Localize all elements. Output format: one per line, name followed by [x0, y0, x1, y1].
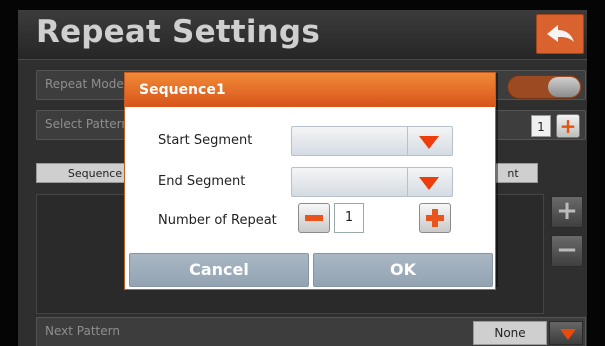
repeat-mode-label: Repeat Mode — [45, 77, 124, 91]
pattern-count: 1 — [531, 115, 551, 137]
dialog-title: Sequence1 — [139, 82, 226, 98]
next-pattern-dropdown-button[interactable] — [549, 321, 583, 345]
dialog-header: Sequence1 — [125, 73, 495, 107]
title-bar: Repeat Settings — [18, 10, 587, 60]
remove-sequence-button[interactable]: − — [551, 235, 583, 267]
chevron-down-icon — [560, 329, 576, 340]
pattern-plus-button[interactable]: + — [556, 114, 580, 138]
repeat-minus-button[interactable] — [298, 203, 330, 233]
next-pattern-row: Next Pattern None — [36, 317, 586, 346]
next-pattern-select[interactable]: None — [473, 321, 547, 345]
select-divider — [407, 127, 408, 155]
toggle-knob — [548, 77, 580, 97]
minus-icon — [305, 215, 323, 221]
select-divider — [407, 168, 408, 196]
add-sequence-button[interactable]: + — [551, 196, 583, 228]
start-segment-select[interactable] — [291, 126, 453, 156]
chevron-down-icon — [419, 136, 439, 149]
sequence-dialog: Sequence1 Start Segment End Segment Numb… — [124, 72, 496, 290]
select-pattern-label: Select Pattern — [45, 117, 130, 131]
back-arrow-icon — [547, 25, 574, 42]
end-segment-select[interactable] — [291, 167, 453, 197]
ok-button[interactable]: OK — [313, 253, 493, 287]
cancel-button[interactable]: Cancel — [129, 253, 309, 287]
repeat-plus-button[interactable] — [419, 203, 451, 233]
number-of-repeat-label: Number of Repeat — [158, 213, 277, 228]
start-segment-label: Start Segment — [158, 133, 253, 148]
repeat-count-value: 1 — [334, 203, 364, 233]
back-button[interactable] — [536, 14, 584, 54]
next-pattern-label: Next Pattern — [45, 324, 120, 338]
end-segment-label: End Segment — [158, 174, 246, 189]
repeat-mode-toggle[interactable] — [507, 75, 582, 99]
chevron-down-icon — [419, 177, 439, 190]
plus-icon-vertical — [432, 209, 438, 227]
page-title: Repeat Settings — [36, 14, 320, 50]
